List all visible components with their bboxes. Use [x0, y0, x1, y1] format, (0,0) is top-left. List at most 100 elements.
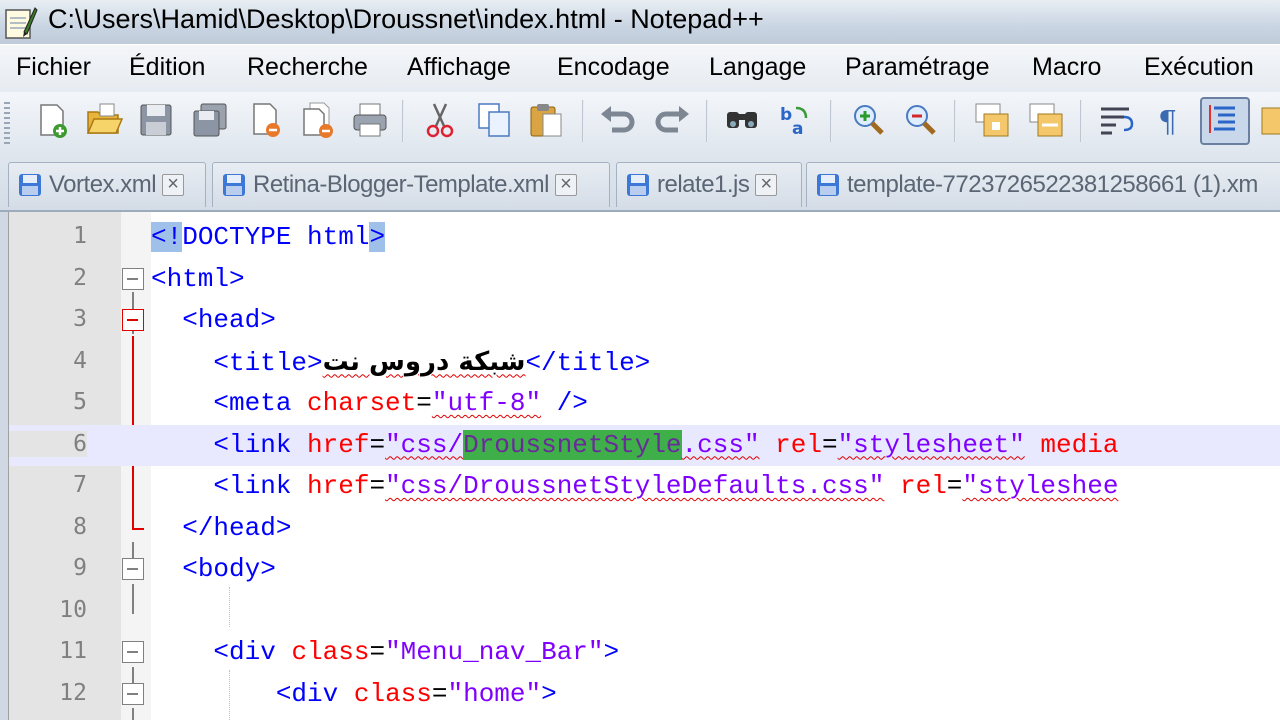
copy-icon[interactable] [474, 100, 514, 140]
new-file-icon[interactable] [32, 100, 72, 140]
equals-token: = [431, 678, 448, 709]
equals-token: = [369, 429, 386, 460]
code-line[interactable]: 1 <!DOCTYPE html> [9, 217, 1280, 259]
code-line[interactable]: 12 <div class="home"> [9, 674, 1280, 716]
code-text: <title>شبكة دروس نت</title> [151, 347, 650, 378]
find-icon[interactable] [722, 100, 762, 140]
code-line[interactable]: 5 <meta charset="utf-8" /> [9, 383, 1280, 425]
code-line[interactable]: 3 <head> [9, 300, 1280, 342]
code-line[interactable]: 2 <html> [9, 259, 1280, 301]
code-line[interactable]: 4 <title>شبكة دروس نت</title> [9, 342, 1280, 384]
redo-icon[interactable] [652, 100, 692, 140]
doctype-text: DOCTYPE html [182, 222, 370, 252]
tag-token: <head> [182, 305, 276, 335]
equals-token: = [416, 388, 432, 418]
saved-file-icon [19, 174, 41, 196]
line-number: 8 [73, 513, 87, 540]
fold-toggle-icon[interactable] [122, 309, 144, 331]
zoom-in-icon[interactable] [848, 100, 888, 140]
word-wrap-icon[interactable] [1096, 100, 1136, 140]
tab-label: Retina-Blogger-Template.xml [253, 171, 549, 198]
code-text: <!DOCTYPE html> [151, 222, 386, 252]
code-editor[interactable]: 1 <!DOCTYPE html> 2 <html> 3 <head> 4 <t… [8, 212, 1280, 720]
tab-close-icon[interactable]: × [162, 174, 185, 196]
toolbar-separator [954, 100, 956, 142]
menu-parametrage[interactable]: Paramétrage [845, 53, 990, 82]
paste-icon[interactable] [526, 100, 566, 140]
tab-retina-blogger-template[interactable]: Retina-Blogger-Template.xml × [212, 162, 610, 207]
tab-label: relate1.js [657, 171, 750, 198]
notepad-plus-plus-app-icon[interactable] [4, 4, 38, 40]
attribute-token: rel [775, 429, 822, 460]
code-line[interactable]: 9 <body> [9, 549, 1280, 591]
line-number: 5 [73, 389, 87, 415]
tab-close-icon[interactable]: × [755, 174, 778, 196]
print-icon[interactable] [350, 100, 390, 140]
toolbar-separator [402, 100, 404, 142]
tab-close-icon[interactable]: × [554, 174, 577, 196]
menu-affichage[interactable]: Affichage [407, 53, 511, 82]
toolbar-separator [1080, 100, 1082, 142]
fold-toggle-icon[interactable] [122, 267, 144, 290]
zoom-out-icon[interactable] [900, 100, 940, 140]
string-token: .css" [681, 429, 760, 460]
sync-vertical-icon[interactable] [972, 100, 1012, 140]
tag-token: <body> [182, 554, 276, 584]
tab-template-xml[interactable]: template-7723726522381258661 (1).xm [806, 162, 1280, 207]
tag-token: <div [275, 678, 339, 709]
code-line[interactable]: 11 <div class="Menu_nav_Bar"> [9, 632, 1280, 674]
menu-macro[interactable]: Macro [1032, 53, 1101, 82]
undo-icon[interactable] [598, 100, 638, 140]
toolbar-grip[interactable] [4, 102, 10, 144]
string-token: "css/DroussnetStyleDefaults.css" [385, 471, 885, 501]
sync-horizontal-icon[interactable] [1026, 100, 1066, 140]
open-file-icon[interactable] [84, 100, 124, 140]
menu-fichier[interactable]: Fichier [16, 53, 91, 82]
line-number: 6 [9, 430, 87, 457]
toolbar-separator [706, 100, 708, 142]
equals-token: = [821, 429, 838, 460]
close-icon[interactable] [246, 100, 286, 140]
save-all-icon[interactable] [190, 100, 230, 140]
tab-relate1-js[interactable]: relate1.js × [616, 162, 802, 207]
cut-icon[interactable] [420, 100, 460, 140]
svg-text:a: a [792, 119, 803, 139]
tag-token: <link [213, 429, 292, 460]
code-text: <link href="css/DroussnetStyle.css" rel=… [151, 429, 1118, 460]
replace-icon[interactable]: ba [776, 100, 816, 140]
close-all-icon[interactable] [298, 100, 338, 140]
menu-recherche[interactable]: Recherche [247, 53, 368, 82]
saved-file-icon [817, 174, 839, 196]
menu-langage[interactable]: Langage [709, 53, 806, 82]
code-line[interactable]: 8 </head> [9, 508, 1280, 550]
fold-toggle-icon[interactable] [122, 641, 144, 663]
line-number: 10 [59, 596, 87, 623]
attribute-token: href [307, 471, 370, 501]
tab-label: template-7723726522381258661 (1).xm [847, 171, 1258, 198]
indent-guide-icon[interactable] [1200, 97, 1250, 145]
toolbar-separator [582, 100, 584, 142]
code-text: <html> [151, 264, 245, 294]
tab-vortex-xml[interactable]: Vortex.xml × [8, 162, 206, 207]
equals-token: = [369, 471, 386, 501]
menu-encodage[interactable]: Encodage [557, 53, 670, 82]
code-line-current[interactable]: 6 <link href="css/DroussnetStyle.css" re… [9, 424, 1280, 466]
line-number: 4 [73, 347, 87, 374]
code-line[interactable]: 7 <link href="css/DroussnetStyleDefaults… [9, 466, 1280, 508]
save-icon[interactable] [136, 100, 176, 140]
code-line[interactable]: 10 [9, 591, 1280, 633]
attribute-token: href [307, 429, 370, 460]
user-language-icon[interactable] [1258, 100, 1280, 140]
tag-token: </title> [525, 347, 651, 378]
menu-execution[interactable]: Exécution [1144, 53, 1254, 82]
show-all-characters-icon[interactable]: ¶ [1150, 100, 1190, 140]
selected-text[interactable]: DroussnetStyle [463, 429, 682, 460]
menu-edition[interactable]: Édition [129, 53, 205, 82]
string-token: "Menu_nav_Bar" [385, 637, 604, 667]
fold-toggle-icon[interactable] [122, 682, 144, 705]
tag-token: <html> [151, 263, 245, 294]
attribute-token: class [291, 637, 370, 667]
fold-toggle-icon[interactable] [122, 558, 144, 580]
toolbar-separator [830, 100, 832, 142]
tag-token: /> [556, 388, 588, 418]
